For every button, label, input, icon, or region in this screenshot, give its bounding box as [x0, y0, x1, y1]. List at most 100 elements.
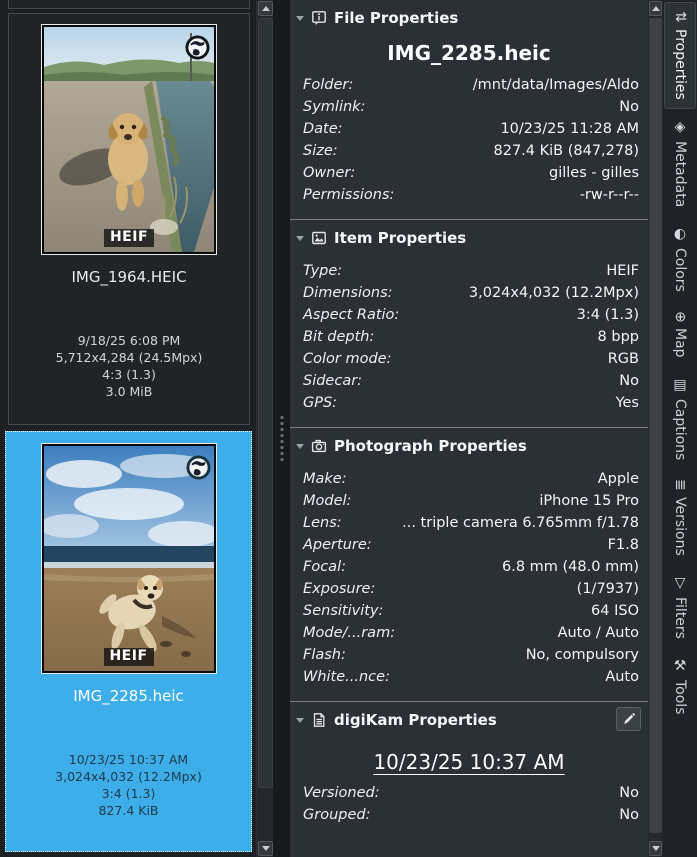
- scroll-down-button[interactable]: [258, 841, 273, 856]
- property-row: Flash:No, compulsory: [303, 644, 639, 666]
- tab-colors[interactable]: ◐ Colors: [665, 218, 695, 300]
- tab-label: Captions: [665, 399, 695, 460]
- property-row: Sensitivity:64 ISO: [303, 600, 639, 622]
- thumbnail-photo-frame: HEIF: [41, 24, 217, 255]
- property-row: Folder:/mnt/data/Images/Aldo: [303, 74, 639, 96]
- tab-tools[interactable]: ⚒ Tools: [665, 650, 695, 723]
- collapse-arrow-icon[interactable]: [296, 16, 304, 21]
- collapse-arrow-icon[interactable]: [296, 236, 304, 241]
- section-header-digikam-properties[interactable]: digiKam Properties: [290, 702, 648, 734]
- thumbnail-dimensions: 5,712x4,284 (24.5Mpx): [9, 349, 249, 366]
- properties-icon: ⇅: [665, 11, 695, 23]
- properties-scrollbar[interactable]: [648, 0, 663, 857]
- property-row: GPS:Yes: [303, 392, 639, 414]
- geolocation-icon: [185, 35, 210, 60]
- property-row: Size:827.4 KiB (847,278): [303, 140, 639, 162]
- tab-filters[interactable]: ▽ Filters: [665, 567, 695, 647]
- digikam-right-sidebar: HEIF IMG_1964.HEIC 9/18/25 6:08 PM 5,712…: [0, 0, 697, 857]
- digikam-properties-icon: [311, 712, 327, 728]
- item-properties-icon: [311, 230, 327, 246]
- properties-panel: File Properties IMG_2285.heic Folder:/mn…: [290, 0, 648, 857]
- globe-icon: ⊕: [665, 311, 695, 323]
- format-badge: HEIF: [103, 648, 153, 666]
- scroll-up-button[interactable]: [258, 1, 273, 16]
- filters-icon: ▽: [665, 575, 695, 591]
- tab-label: Colors: [665, 248, 695, 292]
- tab-properties[interactable]: ⇅ Properties: [665, 3, 695, 108]
- tab-versions[interactable]: ≣ Versions: [665, 471, 695, 564]
- tab-label: Properties: [665, 29, 695, 100]
- thumbnail-filesize: 827.4 KiB: [6, 802, 251, 819]
- property-row: White...nce:Auto: [303, 666, 639, 688]
- scrollbar-thumb[interactable]: [258, 18, 273, 788]
- tab-label: Map: [665, 328, 695, 358]
- digikam-properties-rows: Versioned:No Grouped:No: [290, 778, 648, 839]
- tab-map[interactable]: ⊕ Map: [665, 303, 695, 366]
- section-header-item-properties[interactable]: Item Properties: [290, 220, 648, 252]
- section-title: Item Properties: [334, 229, 466, 247]
- property-row: Color mode:RGB: [303, 348, 639, 370]
- thumbnail-photo-canal-puppy: [44, 27, 214, 252]
- tab-metadata[interactable]: ◈ Metadata: [665, 111, 695, 215]
- edit-date-button[interactable]: [616, 707, 641, 731]
- arrow-up-icon: [262, 6, 270, 11]
- thumbnail-card-partial[interactable]: [8, 0, 250, 9]
- format-badge: HEIF: [104, 229, 154, 247]
- panel-splitter[interactable]: [273, 0, 290, 857]
- section-header-photograph-properties[interactable]: Photograph Properties: [290, 428, 648, 460]
- property-row: Aperture:F1.8: [303, 534, 639, 556]
- thumbnail-card-img-1964[interactable]: HEIF IMG_1964.HEIC 9/18/25 6:08 PM 5,712…: [8, 13, 250, 425]
- sidebar-tab-bar: ⇅ Properties ◈ Metadata ◐ Colors ⊕ Map ▤…: [663, 0, 697, 857]
- captions-icon: ▤: [665, 377, 695, 393]
- section-header-file-properties[interactable]: File Properties: [290, 0, 648, 32]
- section-title: File Properties: [334, 9, 458, 27]
- thumbnail-details: 9/18/25 6:08 PM 5,712x4,284 (24.5Mpx) 4:…: [9, 332, 249, 400]
- pencil-icon: [622, 712, 636, 726]
- section-title: Photograph Properties: [334, 437, 527, 455]
- tab-label: Tools: [665, 680, 695, 715]
- versions-icon: ≣: [665, 479, 695, 491]
- thumbnail-aspect-ratio: 3:4 (1.3): [6, 785, 251, 802]
- property-row: Versioned:No: [303, 782, 639, 804]
- tab-captions[interactable]: ▤ Captions: [665, 369, 695, 468]
- property-row: Exposure:(1/7937): [303, 578, 639, 600]
- property-row: Lens:... triple camera 6.765mm f/1.78: [303, 512, 639, 534]
- section-title: digiKam Properties: [334, 711, 497, 729]
- item-properties-rows: Type:HEIF Dimensions:3,024x4,032 (12.2Mp…: [290, 252, 648, 427]
- arrow-down-icon: [652, 846, 660, 851]
- property-row: Type:HEIF: [303, 260, 639, 282]
- property-row: Bit depth:8 bpp: [303, 326, 639, 348]
- thumbnail-filesize: 3.0 MiB: [9, 383, 249, 400]
- tools-icon: ⚒: [665, 658, 695, 674]
- thumbnail-scrollbar[interactable]: [256, 0, 273, 857]
- file-properties-icon: [311, 10, 327, 26]
- thumbnail-dimensions: 3,024x4,032 (12.2Mpx): [6, 768, 251, 785]
- arrow-up-icon: [652, 6, 660, 11]
- thumbnail-panel: HEIF IMG_1964.HEIC 9/18/25 6:08 PM 5,712…: [0, 0, 256, 857]
- splitter-handle-icon: [280, 416, 283, 461]
- thumbnail-card-img-2285-selected[interactable]: HEIF IMG_2285.heic 10/23/25 10:37 AM 3,0…: [5, 431, 252, 852]
- arrow-down-icon: [262, 846, 270, 851]
- thumbnail-photo-frame: HEIF: [41, 443, 217, 674]
- tab-label: Versions: [665, 497, 695, 556]
- scrollbar-thumb[interactable]: [649, 18, 662, 833]
- collapse-arrow-icon[interactable]: [296, 718, 304, 723]
- scroll-up-button[interactable]: [649, 1, 662, 16]
- thumbnail-filename: IMG_2285.heic: [6, 687, 251, 705]
- property-row: Model:iPhone 15 Pro: [303, 490, 639, 512]
- thumbnail-aspect-ratio: 4:3 (1.3): [9, 366, 249, 383]
- photograph-properties-rows: Make:Apple Model:iPhone 15 Pro Lens:... …: [290, 460, 648, 701]
- collapse-arrow-icon[interactable]: [296, 444, 304, 449]
- property-row: Permissions:-rw-r--r--: [303, 184, 639, 206]
- property-row: Date:10/23/25 11:28 AM: [303, 118, 639, 140]
- property-row: Sidecar:No: [303, 370, 639, 392]
- property-row: Dimensions:3,024x4,032 (12.2Mpx): [303, 282, 639, 304]
- property-row: Grouped:No: [303, 804, 639, 826]
- property-row: Aspect Ratio:3:4 (1.3): [303, 304, 639, 326]
- tab-label: Metadata: [665, 141, 695, 207]
- scroll-down-button[interactable]: [649, 841, 662, 856]
- thumbnail-filename: IMG_1964.HEIC: [9, 268, 249, 286]
- thumbnail-date: 9/18/25 6:08 PM: [9, 332, 249, 349]
- property-row: Symlink:No: [303, 96, 639, 118]
- tab-label: Filters: [665, 597, 695, 639]
